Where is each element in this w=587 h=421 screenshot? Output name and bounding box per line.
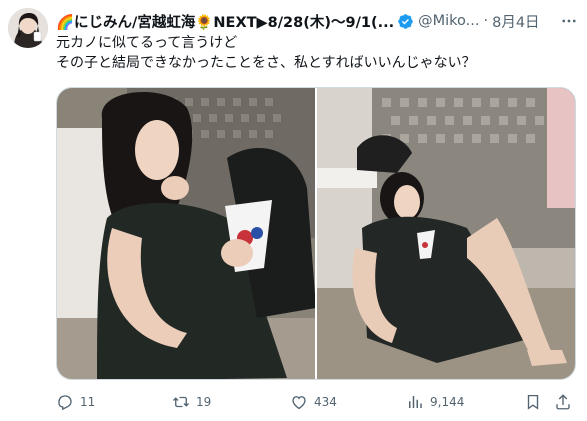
- tweet-text-line: その子と結局できなかったことをさ、私とすればいいんじゃない？: [56, 55, 476, 71]
- retweet-icon: [173, 396, 189, 408]
- photo-1-image: [57, 88, 315, 379]
- action-bar: 11 19 434 9,144: [56, 390, 576, 414]
- reply-count: 11: [80, 395, 96, 409]
- author-handle[interactable]: @Miko...: [418, 13, 479, 29]
- tweet-photo[interactable]: [317, 88, 575, 379]
- heart-icon: [292, 396, 306, 410]
- like-button[interactable]: 434: [290, 390, 337, 414]
- reply-button[interactable]: 11: [56, 390, 95, 414]
- tweet-header: 🌈にじみん/宮越虹海🌻NEXT▶8/28(木)〜9/1(... @Miko...…: [56, 11, 580, 31]
- display-name[interactable]: 🌈にじみん/宮越虹海🌻NEXT▶8/28(木)〜9/1(...: [56, 11, 394, 32]
- retweet-button[interactable]: 19: [172, 390, 211, 414]
- tweet-photo[interactable]: [57, 88, 315, 379]
- separator-dot: ·: [483, 13, 489, 29]
- share-icon: [556, 394, 570, 410]
- views-icon: [409, 396, 422, 408]
- tweet[interactable]: 🌈にじみん/宮越虹海🌻NEXT▶8/28(木)〜9/1(... @Miko...…: [0, 0, 587, 421]
- bookmark-icon: [527, 394, 539, 410]
- avatar-image: [8, 8, 48, 48]
- views-button[interactable]: 9,144: [406, 390, 464, 414]
- views-count: 9,144: [430, 395, 465, 409]
- reply-icon: [58, 395, 72, 411]
- share-button[interactable]: [554, 390, 578, 414]
- tweet-text: 元カノに似てるって言うけど その子と結局できなかったことをさ、私とすればいいんじ…: [56, 33, 576, 73]
- like-count: 434: [314, 395, 337, 409]
- avatar[interactable]: [8, 8, 48, 48]
- timestamp[interactable]: 8月4日: [492, 11, 539, 32]
- tweet-text-line: 元カノに似てるって言うけど: [56, 35, 238, 51]
- photo-2-image: [317, 88, 575, 379]
- bookmark-button[interactable]: [524, 390, 548, 414]
- verified-badge-icon: [398, 13, 413, 29]
- retweet-count: 19: [196, 395, 212, 409]
- media-grid: [56, 87, 576, 380]
- more-icon[interactable]: [559, 12, 579, 30]
